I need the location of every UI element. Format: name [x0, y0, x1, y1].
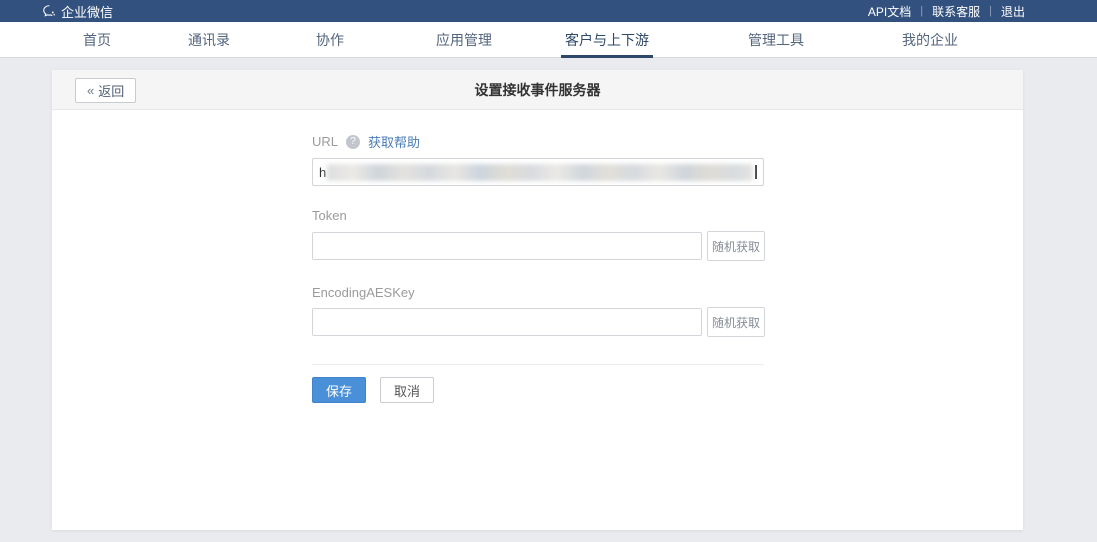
- form-divider: [312, 364, 764, 365]
- back-chevron-icon: «: [87, 83, 94, 98]
- separator: |: [989, 5, 992, 17]
- separator: |: [920, 5, 923, 17]
- token-label: Token: [312, 208, 347, 223]
- token-random-button[interactable]: 随机获取: [707, 231, 765, 261]
- settings-panel: 设置接收事件服务器 « 返回 URL ? 获取帮助 h Token 随: [52, 70, 1023, 530]
- nav-item-apps[interactable]: 应用管理: [432, 22, 496, 58]
- form-actions: 保存 取消: [312, 377, 434, 403]
- url-value-visible: h: [319, 165, 326, 180]
- nav-item-customers[interactable]: 客户与上下游: [561, 22, 653, 58]
- nav-item-contacts[interactable]: 通讯录: [184, 22, 234, 58]
- nav-item-tools[interactable]: 管理工具: [744, 22, 808, 58]
- contact-support-link[interactable]: 联系客服: [932, 3, 980, 20]
- back-button-label: 返回: [98, 81, 124, 100]
- api-docs-link[interactable]: API文档: [868, 3, 911, 20]
- main-nav: 首页 通讯录 协作 应用管理 客户与上下游 管理工具 我的企业: [0, 22, 1097, 58]
- text-caret: [755, 165, 757, 179]
- nav-item-home[interactable]: 首页: [79, 22, 115, 58]
- wework-admin-screen: 企业微信 API文档 | 联系客服 | 退出 首页 通讯录 协作 应用管理 客户…: [0, 0, 1097, 542]
- token-row: 随机获取: [312, 232, 772, 260]
- url-label: URL: [312, 134, 338, 149]
- get-help-link[interactable]: 获取帮助: [368, 132, 420, 151]
- aeskey-input[interactable]: [312, 308, 702, 336]
- logout-link[interactable]: 退出: [1001, 3, 1025, 20]
- event-server-form: URL ? 获取帮助 h Token 随机获取 EncodingAESKey 随…: [312, 70, 772, 530]
- wework-logo-icon: [42, 4, 56, 18]
- cancel-button[interactable]: 取消: [380, 377, 434, 403]
- aeskey-row: 随机获取: [312, 308, 772, 336]
- topbar-links: API文档 | 联系客服 | 退出: [868, 0, 1025, 22]
- topbar: 企业微信 API文档 | 联系客服 | 退出: [0, 0, 1097, 22]
- url-input[interactable]: h: [312, 158, 764, 186]
- save-button[interactable]: 保存: [312, 377, 366, 403]
- back-button[interactable]: « 返回: [75, 78, 136, 103]
- aeskey-label: EncodingAESKey: [312, 285, 415, 300]
- aeskey-random-button[interactable]: 随机获取: [707, 307, 765, 337]
- url-label-row: URL ? 获取帮助: [312, 132, 420, 151]
- nav-item-collab[interactable]: 协作: [312, 22, 348, 58]
- redacted-url-blur: [327, 164, 753, 181]
- brand-label: 企业微信: [61, 2, 113, 21]
- help-icon[interactable]: ?: [346, 135, 360, 149]
- brand: 企业微信: [42, 0, 113, 22]
- token-input[interactable]: [312, 232, 702, 260]
- nav-item-company[interactable]: 我的企业: [898, 22, 962, 58]
